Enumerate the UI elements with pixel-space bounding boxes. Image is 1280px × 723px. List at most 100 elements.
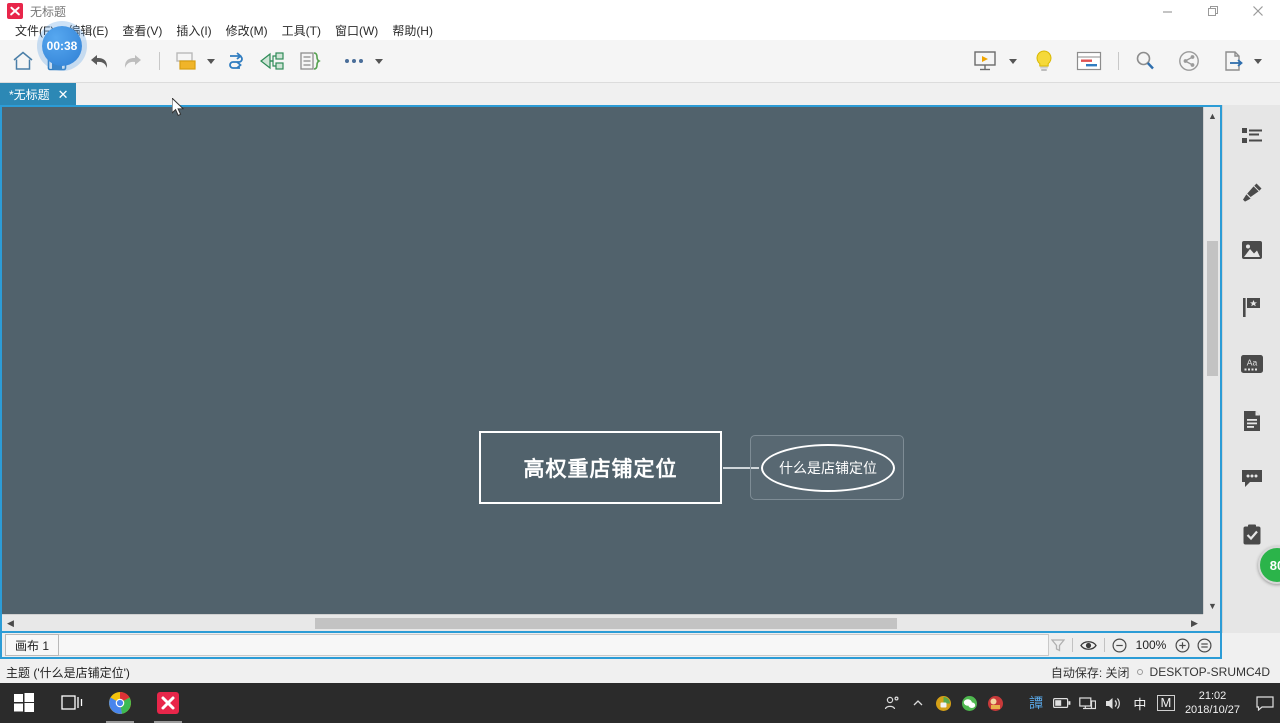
clock-time: 21:02 xyxy=(1198,690,1227,702)
taskbar-clock[interactable]: 21:02 2018/10/27 xyxy=(1179,689,1250,717)
vertical-scrollbar[interactable]: ▲ ▼ xyxy=(1203,107,1220,614)
title-bar: 无标题 xyxy=(0,0,1280,22)
ime-mode-icon[interactable]: 中 xyxy=(1127,683,1153,723)
toolbar-separator-1 xyxy=(159,52,160,70)
volume-icon[interactable] xyxy=(1101,683,1127,723)
more-icon[interactable] xyxy=(337,44,371,78)
wechat-icon[interactable] xyxy=(957,683,983,723)
comment-icon[interactable] xyxy=(1235,461,1269,495)
gantt-icon[interactable] xyxy=(1069,44,1109,78)
ime-logo-icon[interactable]: M xyxy=(1153,683,1179,723)
sheet-tab-canvas-1[interactable]: 画布 1 xyxy=(5,634,60,656)
taskbar: 譚 中 M 21:02 2018/10/27 xyxy=(0,683,1280,723)
scroll-down-arrow[interactable]: ▼ xyxy=(1204,597,1221,614)
show-hidden-icons-chevron[interactable] xyxy=(905,683,931,723)
eye-icon[interactable] xyxy=(1080,639,1097,652)
menu-tools[interactable]: 工具(T) xyxy=(275,22,328,40)
menu-insert[interactable]: 插入(I) xyxy=(169,22,218,40)
toolbar xyxy=(0,40,1280,83)
relationship-icon[interactable] xyxy=(253,44,293,78)
brush-icon[interactable] xyxy=(1235,176,1269,210)
minimize-button[interactable] xyxy=(1145,0,1190,22)
notification-icon[interactable] xyxy=(1250,683,1280,723)
system-tray: 譚 中 M 21:02 2018/10/27 xyxy=(879,683,1280,723)
menu-view[interactable]: 查看(V) xyxy=(115,22,169,40)
more-dropdown-caret[interactable] xyxy=(371,44,387,78)
scroll-right-arrow[interactable]: ▶ xyxy=(1186,615,1203,632)
sheet-bar-empty-area[interactable] xyxy=(59,634,1049,656)
home-icon[interactable] xyxy=(6,44,40,78)
topic-dropdown-caret[interactable] xyxy=(203,44,219,78)
status-right-group: 自动保存: 关闭 DESKTOP-SRUMC4D xyxy=(1051,664,1280,681)
search-icon[interactable] xyxy=(1128,44,1162,78)
presentation-dropdown-caret[interactable] xyxy=(1005,44,1021,78)
ime-icon[interactable]: 譚 xyxy=(1023,683,1049,723)
autosave-label: 自动保存: 关闭 xyxy=(1050,665,1130,680)
menu-modify[interactable]: 修改(M) xyxy=(219,22,275,40)
scroll-up-arrow[interactable]: ▲ xyxy=(1204,107,1221,124)
status-bar: 主题 ('什么是店铺定位') 自动保存: 关闭 DESKTOP-SRUMC4D xyxy=(0,661,1280,683)
editor-frame: 高权重店铺定位 什么是店铺定位 ▲ ▼ ◀ ▶ xyxy=(0,105,1222,633)
screen-recorder-timer[interactable]: 00:38 xyxy=(42,26,82,66)
menu-window[interactable]: 窗口(W) xyxy=(328,22,385,40)
scrollbar-corner xyxy=(1203,614,1220,631)
structure-icon[interactable] xyxy=(219,44,253,78)
chrome-icon[interactable] xyxy=(96,683,144,723)
mindmap-child-node[interactable]: 什么是店铺定位 xyxy=(750,435,904,500)
horizontal-scrollbar[interactable]: ◀ ▶ xyxy=(2,614,1203,631)
zoom-out-button[interactable] xyxy=(1112,637,1127,653)
horizontal-scroll-thumb[interactable] xyxy=(315,618,897,629)
export-icon[interactable] xyxy=(1216,44,1250,78)
security-icon[interactable] xyxy=(931,683,957,723)
menu-help[interactable]: 帮助(H) xyxy=(385,22,440,40)
scroll-left-arrow[interactable]: ◀ xyxy=(2,615,19,632)
sheet-bar: 画布 1 100% xyxy=(0,633,1222,659)
child-node-shape: 什么是店铺定位 xyxy=(761,444,895,492)
clock-date: 2018/10/27 xyxy=(1184,704,1240,716)
mindmap-canvas[interactable]: 高权重店铺定位 什么是店铺定位 xyxy=(2,107,1203,614)
menu-bar: 文件(F) 编辑(E) 查看(V) 插入(I) 修改(M) 工具(T) 窗口(W… xyxy=(0,22,1280,40)
mouse-cursor xyxy=(171,96,186,123)
flag-icon[interactable] xyxy=(1235,290,1269,324)
presentation-icon[interactable] xyxy=(965,44,1005,78)
filter-icon[interactable] xyxy=(1051,638,1065,652)
status-dot-icon xyxy=(1136,669,1143,675)
vertical-scroll-thumb[interactable] xyxy=(1207,241,1218,376)
text-icon[interactable]: Aa xyxy=(1235,347,1269,381)
windows-logo-icon[interactable] xyxy=(0,683,48,723)
tab-untitled[interactable]: *无标题 ✕ xyxy=(0,83,76,105)
close-icon[interactable]: ✕ xyxy=(58,88,69,101)
redo-icon xyxy=(116,44,150,78)
status-selection-label: 主题 ('什么是店铺定位') xyxy=(6,665,130,680)
zoom-in-button[interactable] xyxy=(1175,637,1190,653)
window-title: 无标题 xyxy=(30,4,67,19)
xmind-icon xyxy=(7,3,23,19)
undo-icon[interactable] xyxy=(82,44,116,78)
notes-icon[interactable] xyxy=(1235,404,1269,438)
network-icon[interactable] xyxy=(1075,683,1101,723)
close-button[interactable] xyxy=(1235,0,1280,22)
maximize-button[interactable] xyxy=(1190,0,1235,22)
qq-icon[interactable] xyxy=(983,683,1009,723)
topic-icon[interactable] xyxy=(169,44,203,78)
brainstorm-icon[interactable] xyxy=(1027,44,1061,78)
battery-icon[interactable] xyxy=(1049,683,1075,723)
people-icon[interactable] xyxy=(879,683,905,723)
tab-strip: *无标题 ✕ xyxy=(0,83,1280,105)
machine-name-label: DESKTOP-SRUMC4D xyxy=(1149,665,1270,679)
root-node-label: 高权重店铺定位 xyxy=(523,457,678,481)
task-view-icon[interactable] xyxy=(48,683,96,723)
share-icon[interactable] xyxy=(1172,44,1206,78)
boundary-icon[interactable] xyxy=(293,44,327,78)
child-node-label: 什么是店铺定位 xyxy=(779,460,877,476)
mindmap-root-node[interactable]: 高权重店铺定位 xyxy=(479,431,722,504)
export-dropdown-caret[interactable] xyxy=(1250,44,1266,78)
task-icon[interactable] xyxy=(1235,518,1269,552)
xmind-icon[interactable] xyxy=(144,683,192,723)
toolbar-separator-2 xyxy=(1118,52,1119,70)
outline-icon[interactable] xyxy=(1235,119,1269,153)
zoom-fit-button[interactable] xyxy=(1197,637,1212,653)
tab-label: *无标题 xyxy=(9,87,50,102)
svg-text:Aa: Aa xyxy=(1246,358,1257,368)
image-icon[interactable] xyxy=(1235,233,1269,267)
